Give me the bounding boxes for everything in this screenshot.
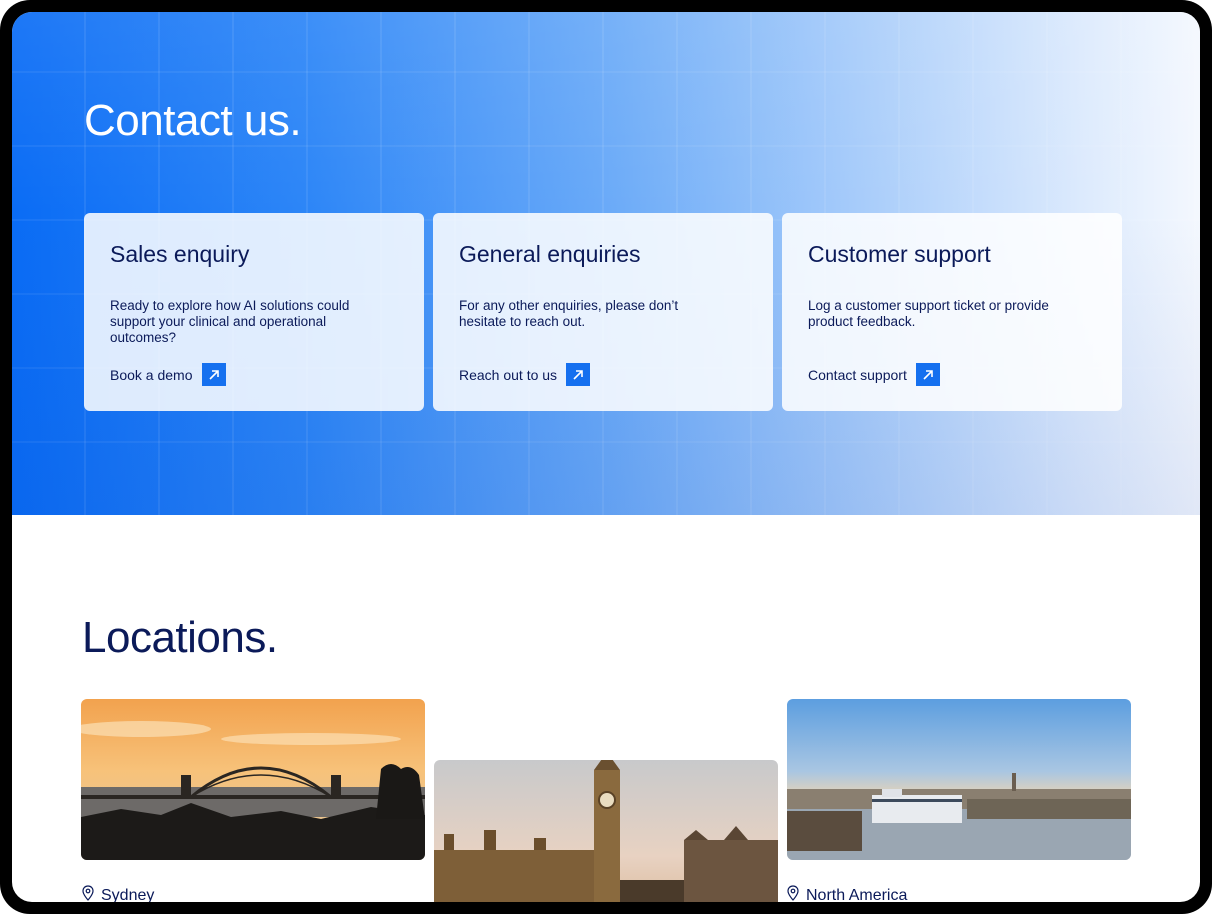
card-title: Sales enquiry (110, 241, 250, 267)
card-text: Ready to explore how AI solutions could … (110, 298, 350, 345)
locations-heading: Locations. (82, 613, 278, 662)
location-name: North America (806, 886, 908, 903)
card-text: For any other enquiries, please don’t he… (459, 298, 679, 329)
card-title: General enquiries (459, 241, 641, 267)
sales-enquiry-card: Sales enquiry Ready to explore how AI so… (84, 213, 424, 411)
location-name: Sydney (101, 886, 155, 903)
link-label: Contact support (808, 366, 907, 383)
location-sydney[interactable]: Sydney (82, 885, 154, 902)
device-frame: Contact us. Sales enquiry Ready to explo… (0, 0, 1212, 914)
north-america-photo (787, 699, 1131, 860)
customer-support-card: Customer support Log a customer support … (782, 213, 1122, 411)
general-enquiries-card: General enquiries For any other enquirie… (433, 213, 773, 411)
book-demo-link[interactable]: Book a demo (110, 363, 226, 386)
reach-out-link[interactable]: Reach out to us (459, 363, 591, 386)
sydney-photo (81, 699, 425, 860)
london-photo (434, 760, 778, 902)
map-pin-icon (787, 885, 799, 902)
link-label: Reach out to us (459, 366, 558, 383)
arrow-up-right-icon (201, 363, 226, 386)
arrow-up-right-icon (915, 363, 940, 386)
contact-hero: Contact us. Sales enquiry Ready to explo… (12, 12, 1200, 515)
card-title: Customer support (808, 241, 991, 267)
page: Contact us. Sales enquiry Ready to explo… (12, 12, 1200, 902)
location-north-america[interactable]: North America (787, 885, 907, 902)
contact-heading: Contact us. (84, 96, 302, 145)
link-label: Book a demo (110, 366, 193, 383)
arrow-up-right-icon (566, 363, 591, 386)
contact-support-link[interactable]: Contact support (808, 363, 940, 386)
map-pin-icon (82, 885, 94, 902)
card-text: Log a customer support ticket or provide… (808, 298, 1049, 329)
